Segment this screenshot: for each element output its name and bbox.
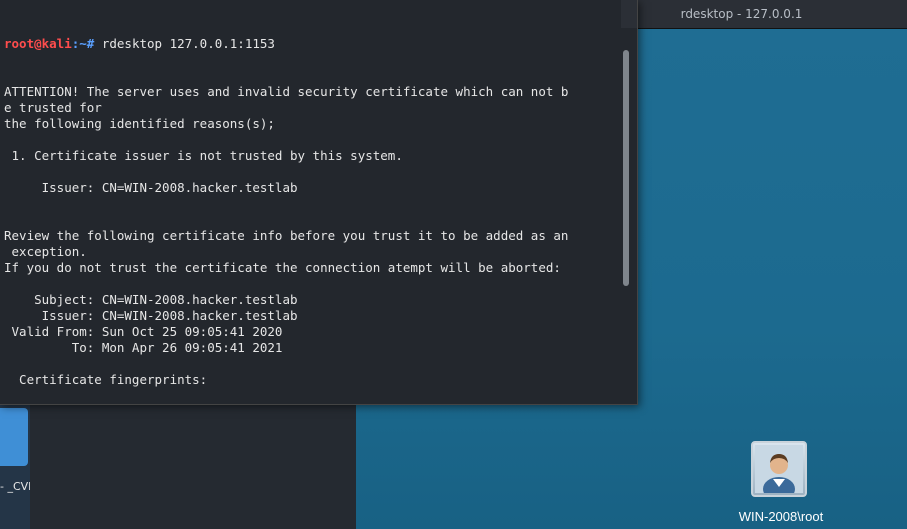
terminal-line: e trusted for [4, 100, 102, 115]
kali-desktop: - _CVE [0, 400, 35, 529]
terminal-scrollbar[interactable] [623, 50, 629, 286]
terminal-line: the following identified reasons(s); [4, 116, 275, 131]
user-name-label[interactable]: WIN-2008\root [716, 509, 846, 524]
terminal-output: root@kali:~# rdesktop 127.0.0.1:1153 ATT… [4, 4, 614, 405]
terminal-window[interactable]: root@kali:~# rdesktop 127.0.0.1:1153 ATT… [0, 0, 638, 405]
terminal-line: Issuer: CN=WIN-2008.hacker.testlab [4, 180, 298, 195]
terminal-line: ATTENTION! The server uses and invalid s… [4, 84, 569, 99]
terminal-prompt-line: root@kali:~# rdesktop 127.0.0.1:1153 [4, 36, 614, 52]
terminal-line: 1. Certificate issuer is not trusted by … [4, 148, 403, 163]
terminal-line: exception. [4, 244, 87, 259]
terminal-line: Review the following certificate info be… [4, 228, 569, 243]
terminal-command: rdesktop 127.0.0.1:1153 [94, 36, 275, 51]
terminal-line: Certificate fingerprints: [4, 372, 208, 387]
prompt-path: :~# [71, 36, 95, 51]
terminal-line: Issuer: CN=WIN-2008.hacker.testlab [4, 308, 298, 323]
window-edge [621, 0, 637, 28]
user-icon [755, 445, 803, 493]
user-avatar-tile[interactable] [751, 441, 807, 497]
terminal-line: Subject: CN=WIN-2008.hacker.testlab [4, 292, 298, 307]
prompt-user: root@kali [4, 36, 72, 51]
terminal-line: sha1: 63221b556d936fbaa4697070788cdbd0d8… [4, 404, 614, 405]
terminal-lines: ATTENTION! The server uses and invalid s… [4, 84, 614, 405]
terminal-line: To: Mon Apr 26 09:05:41 2021 [4, 340, 283, 355]
terminal-line: Valid From: Sun Oct 25 09:05:41 2020 [4, 324, 283, 339]
folder-icon[interactable] [0, 408, 28, 466]
terminal-line: If you do not trust the certificate the … [4, 260, 561, 275]
